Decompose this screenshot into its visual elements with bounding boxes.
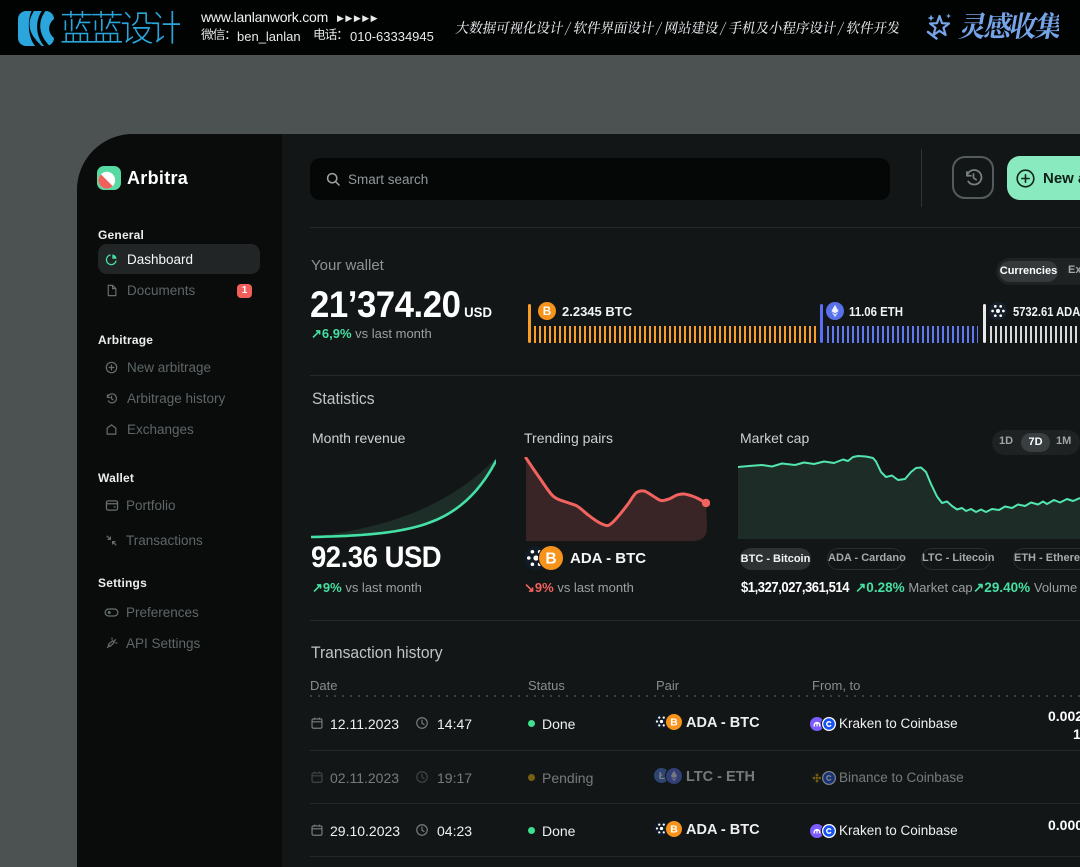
svg-text:B: B xyxy=(670,825,678,836)
svg-text:Ł: Ł xyxy=(659,771,665,782)
svg-text:B: B xyxy=(545,551,556,568)
svg-text:B: B xyxy=(543,305,551,318)
svg-text:B: B xyxy=(670,718,678,729)
